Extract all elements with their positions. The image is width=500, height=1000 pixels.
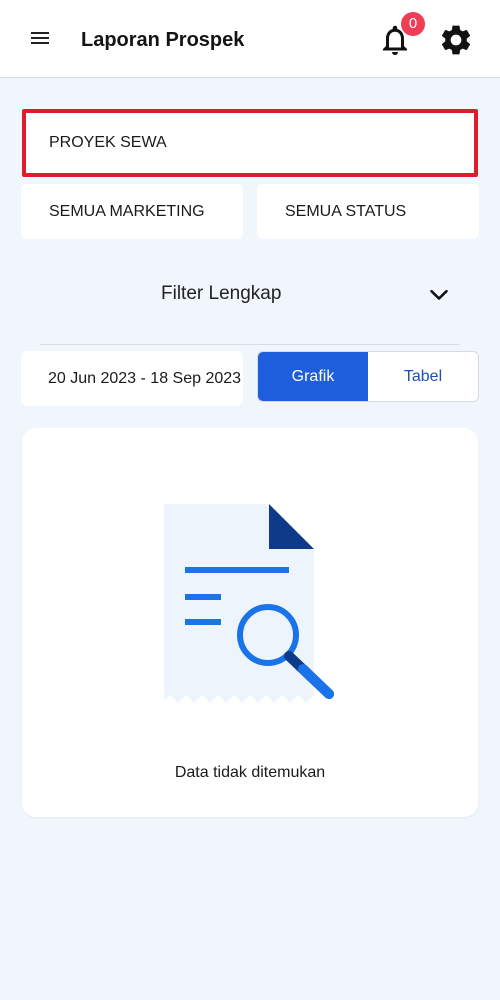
empty-state-message: Data tidak ditemukan bbox=[174, 764, 326, 781]
app-bar: Laporan Prospek 0 bbox=[0, 0, 500, 78]
date-range-value: 20 Jun 2023 - 18 Sep 2023 bbox=[48, 369, 242, 387]
empty-state-card: Data tidak ditemukan bbox=[22, 428, 478, 817]
date-range-picker[interactable]: 20 Jun 2023 - 18 Sep 2023 bbox=[21, 351, 243, 406]
project-filter-value: PROYEK SEWA bbox=[49, 134, 167, 151]
view-toggle: Grafik Tabel bbox=[257, 351, 479, 402]
status-filter-select[interactable]: SEMUA STATUS bbox=[257, 184, 479, 239]
notification-badge: 0 bbox=[401, 12, 425, 36]
project-filter-select[interactable]: PROYEK SEWA bbox=[22, 109, 478, 177]
status-filter-value: SEMUA STATUS bbox=[285, 202, 407, 220]
advanced-filter-label: Filter Lengkap bbox=[161, 283, 282, 304]
marketing-filter-select[interactable]: SEMUA MARKETING bbox=[21, 184, 243, 239]
filter-divider bbox=[40, 344, 460, 345]
menu-button[interactable] bbox=[24, 22, 56, 54]
page-title: Laporan Prospek bbox=[81, 29, 245, 51]
marketing-filter-value: SEMUA MARKETING bbox=[49, 202, 205, 220]
document-search-illustration bbox=[164, 504, 334, 703]
chart-view-tab[interactable]: Grafik bbox=[258, 352, 368, 401]
advanced-filter-toggle[interactable]: Filter Lengkap bbox=[21, 266, 479, 320]
gear-icon bbox=[441, 25, 471, 55]
chevron-down-icon bbox=[430, 289, 448, 300]
table-view-tab[interactable]: Tabel bbox=[368, 352, 478, 401]
hamburger-menu-icon bbox=[31, 32, 49, 44]
settings-button[interactable] bbox=[438, 22, 474, 58]
